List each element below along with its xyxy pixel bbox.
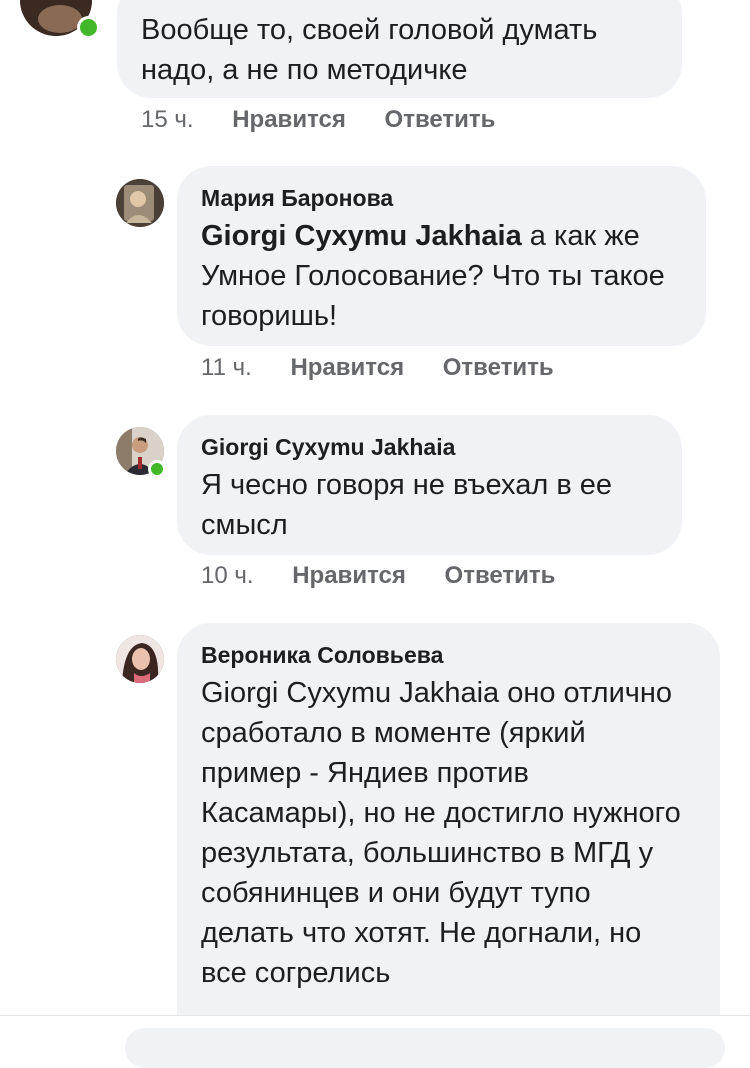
comment-author[interactable]: Giorgi Cyxymu Jakhaia: [201, 433, 658, 461]
comment-actions: 10 ч. Нравится Ответить: [201, 562, 555, 590]
reply-input[interactable]: [125, 1028, 725, 1068]
mention-link[interactable]: Giorgi Cyxymu Jakhaia: [201, 220, 522, 252]
comment-actions: 11 ч. Нравится Ответить: [201, 354, 554, 382]
comment-author[interactable]: Мария Баронова: [201, 184, 682, 212]
comment-bubble: Вероника Соловьева Giorgi Cyxymu Jakhaia…: [177, 623, 720, 1053]
comment-bubble: Вообще то, своей головой думать надо, а …: [117, 0, 682, 98]
online-status-icon: [77, 16, 100, 39]
comment-bubble: Giorgi Cyxymu Jakhaia Я чесно говоря не …: [177, 415, 682, 555]
comment-actions: 15 ч. Нравится Ответить: [141, 106, 495, 134]
reply-button[interactable]: Ответить: [443, 354, 554, 381]
comment-text: Я чесно говоря не въехал в ее смысл: [201, 469, 613, 541]
like-button[interactable]: Нравится: [232, 106, 346, 133]
avatar-photo-icon: [116, 635, 164, 683]
comment-author[interactable]: Вероника Соловьева: [201, 641, 696, 669]
avatar-photo-icon: [116, 179, 164, 227]
avatar[interactable]: [116, 635, 164, 683]
comment-time[interactable]: 15 ч.: [141, 106, 194, 133]
comment-time[interactable]: 10 ч.: [201, 562, 254, 589]
like-button[interactable]: Нравится: [292, 562, 406, 589]
online-status-icon: [148, 460, 166, 478]
comment-text: Giorgi Cyxymu Jakhaia а как же Умное Гол…: [201, 216, 682, 336]
comment-text: Giorgi Cyxymu Jakhaia оно отлично сработ…: [201, 677, 681, 989]
comment-time[interactable]: 11 ч.: [201, 354, 252, 381]
comment-text: Вообще то, своей головой думать надо, а …: [141, 14, 598, 86]
reply-button[interactable]: Ответить: [445, 562, 556, 589]
comment-bubble: Мария Баронова Giorgi Cyxymu Jakhaia а к…: [177, 166, 706, 346]
avatar[interactable]: [116, 179, 164, 227]
like-button[interactable]: Нравится: [290, 354, 404, 381]
reply-button[interactable]: Ответить: [385, 106, 496, 133]
